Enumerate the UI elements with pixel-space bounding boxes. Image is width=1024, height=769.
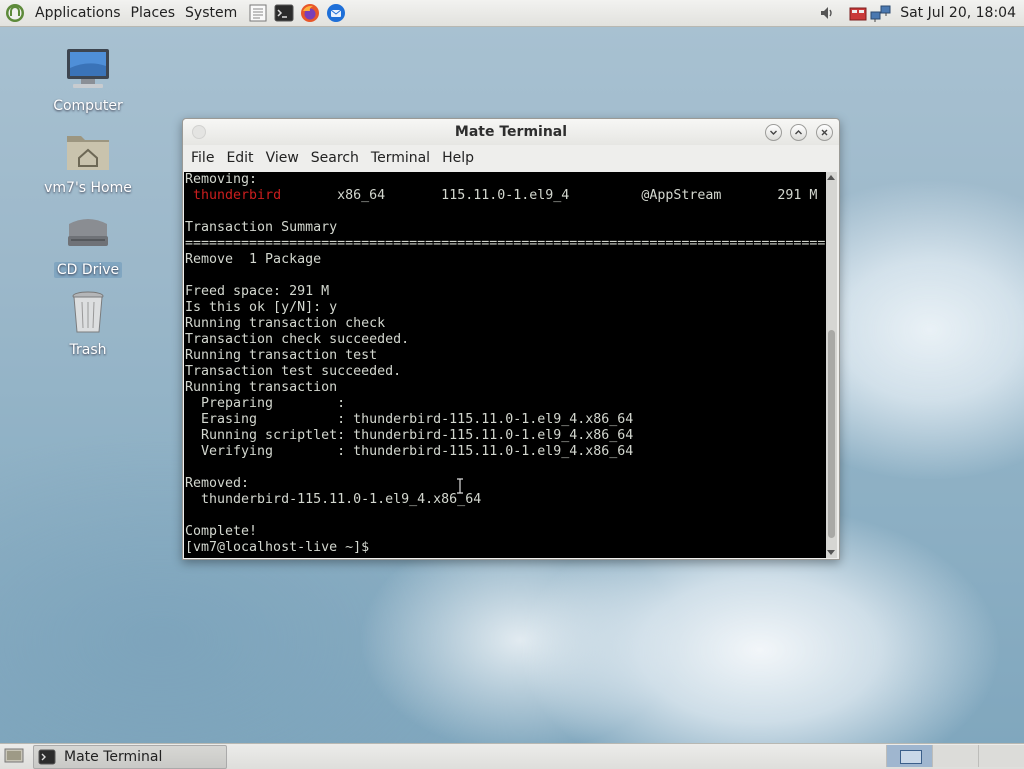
workspace-2[interactable] — [932, 745, 979, 767]
places-menu[interactable]: Places — [126, 5, 181, 21]
terminal-line: Complete! — [185, 524, 258, 539]
text-cursor-icon — [457, 478, 463, 494]
thunderbird-icon[interactable] — [326, 3, 346, 23]
window-title: Mate Terminal — [454, 124, 568, 140]
window-menubar: File Edit View Search Terminal Help — [183, 145, 839, 171]
chevron-up-icon — [795, 130, 802, 135]
desktop-icon-label: Computer — [53, 98, 123, 114]
terminal-line: Preparing : 1/1 — [185, 396, 825, 411]
desktop-icon-computer[interactable]: Computer — [38, 46, 138, 114]
terminal-line: Erasing : thunderbird-115.11.0-1.el9_4.x… — [185, 412, 825, 427]
minimize-button[interactable] — [765, 124, 782, 141]
terminal-line: Removing: — [185, 172, 258, 187]
show-desktop-icon[interactable] — [4, 747, 24, 765]
terminal-area[interactable]: Removing: thunderbird x86_64 115.11.0-1.… — [184, 172, 837, 558]
removed-package-name: thunderbird — [193, 188, 282, 203]
terminal-line: Transaction check succeeded. — [185, 332, 410, 347]
system-tray: Sat Jul 20, 18:04 — [818, 0, 1024, 26]
terminal-line: Running scriptlet: thunderbird-115.11.0-… — [185, 428, 825, 443]
terminal-output[interactable]: Removing: thunderbird x86_64 115.11.0-1.… — [185, 172, 825, 558]
terminal-line: Running transaction — [185, 380, 338, 395]
terminal-line: thunderbird x86_64 115.11.0-1.el9_4 @App… — [193, 188, 818, 203]
desktop-icon-trash[interactable]: Trash — [38, 288, 138, 358]
terminal-line: Verifying : thunderbird-115.11.0-1.el9_4… — [185, 444, 825, 459]
menu-terminal[interactable]: Terminal — [365, 150, 436, 166]
terminal-line: Running transaction check — [185, 316, 386, 331]
menu-search[interactable]: Search — [305, 150, 365, 166]
applications-menu[interactable]: Applications — [30, 5, 126, 21]
taskbar-button-mate-terminal[interactable]: Mate Terminal — [33, 745, 227, 769]
desktop-icon-cd-drive[interactable]: CD Drive — [38, 210, 138, 278]
update-icon[interactable] — [848, 3, 868, 23]
desktop-icon-label: Trash — [69, 342, 107, 358]
network-icon[interactable] — [870, 3, 892, 23]
terminal-line: Freed space: 291 M — [185, 284, 330, 299]
menu-help[interactable]: Help — [436, 150, 480, 166]
scrollbar-thumb[interactable] — [828, 330, 835, 538]
terminal-icon[interactable] — [274, 3, 294, 23]
window-titlebar[interactable]: Mate Terminal — [183, 119, 839, 145]
desktop-icon-label: CD Drive — [53, 262, 123, 278]
terminal-line: Transaction test succeeded. — [185, 364, 402, 379]
text-editor-icon[interactable] — [248, 3, 268, 23]
scroll-up-icon[interactable] — [827, 175, 835, 180]
home-folder-icon — [67, 136, 109, 170]
desktop-icon-home[interactable]: vm7's Home — [38, 128, 138, 196]
close-button[interactable] — [816, 124, 833, 141]
terminal-line: Removed: — [185, 476, 250, 491]
desktop-icon-label: vm7's Home — [44, 180, 132, 196]
menu-view[interactable]: View — [260, 150, 305, 166]
workspace-3[interactable] — [978, 745, 1024, 767]
cd-drive-icon — [68, 219, 108, 246]
close-icon — [821, 129, 828, 136]
chevron-down-icon — [770, 130, 777, 135]
taskbar-button-label: Mate Terminal — [64, 749, 163, 765]
top-panel: Applications Places System Sat Jul 20, 1… — [0, 0, 1024, 27]
terminal-line: Transaction Summary — [185, 220, 338, 235]
terminal-line: Remove 1 Package — [185, 252, 322, 267]
terminal-line: [vm7@localhost-live ~]$ — [185, 540, 378, 555]
mate-logo-icon[interactable] — [5, 3, 25, 23]
terminal-scrollbar[interactable] — [826, 172, 837, 558]
workspace-1[interactable] — [886, 745, 933, 767]
menu-edit[interactable]: Edit — [220, 150, 259, 166]
terminal-line: Is this ok [y/N]: y — [185, 300, 338, 315]
system-menu[interactable]: System — [180, 5, 242, 21]
window-menu-icon[interactable] — [192, 125, 206, 139]
clock[interactable]: Sat Jul 20, 18:04 — [892, 5, 1024, 21]
bottom-panel: Mate Terminal — [0, 743, 1024, 769]
computer-icon — [67, 49, 109, 88]
terminal-line: thunderbird-115.11.0-1.el9_4.x86_64 — [185, 492, 482, 507]
terminal-line: Running transaction test — [185, 348, 378, 363]
volume-icon[interactable] — [818, 3, 838, 23]
terminal-icon — [38, 749, 56, 765]
workspace-window-thumb — [900, 750, 922, 764]
trash-icon — [72, 291, 104, 333]
menu-file[interactable]: File — [185, 150, 220, 166]
terminal-window: Mate Terminal File Edit View Search Term… — [182, 118, 840, 560]
maximize-button[interactable] — [790, 124, 807, 141]
terminal-line: ========================================… — [185, 236, 825, 251]
scroll-down-icon[interactable] — [827, 550, 835, 555]
firefox-icon[interactable] — [300, 3, 320, 23]
